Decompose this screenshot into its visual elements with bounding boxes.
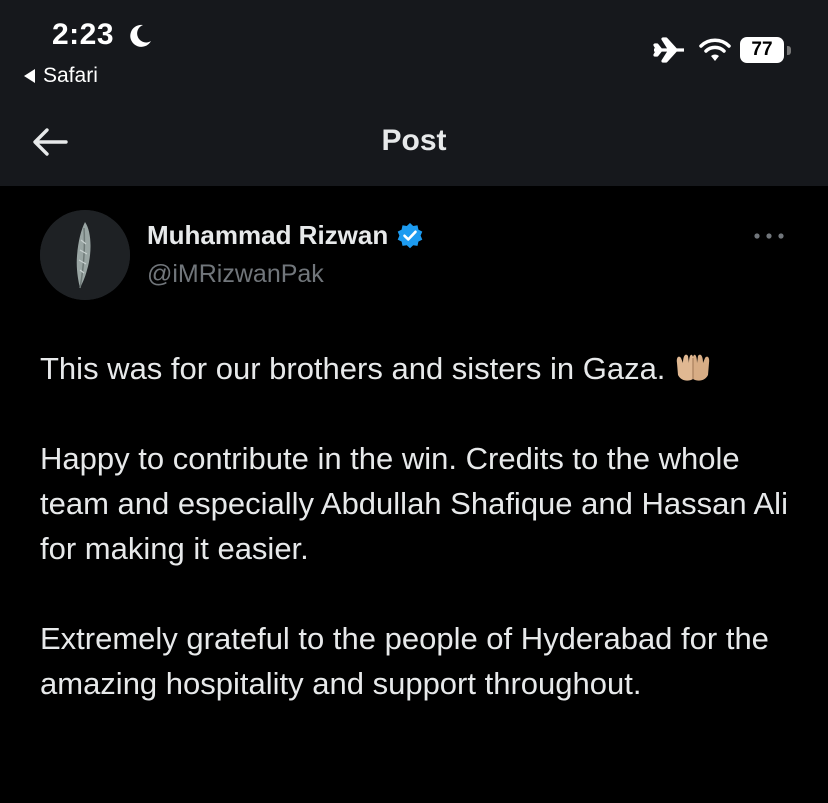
- battery-icon: 77: [740, 37, 792, 63]
- verified-badge-icon: [397, 222, 423, 248]
- feather-icon: [40, 210, 130, 300]
- tweet-text: This was for our brothers and sisters in…: [40, 346, 800, 751]
- tweet-paragraph-1-text: This was for our brothers and sisters in…: [40, 351, 666, 386]
- tweet-paragraph-2: Happy to contribute in the win. Credits …: [40, 441, 788, 566]
- wifi-icon: [699, 38, 731, 61]
- airplane-icon: [653, 37, 684, 63]
- more-options-icon[interactable]: [752, 230, 786, 242]
- tweet-paragraph-3: Extremely grateful to the people of Hyde…: [40, 621, 769, 701]
- back-app-label: Safari: [43, 64, 98, 87]
- avatar[interactable]: [40, 210, 130, 300]
- back-to-app-link[interactable]: Safari: [24, 64, 98, 88]
- author-handle[interactable]: @iMRizwanPak: [147, 260, 324, 289]
- status-bar: 2:23 Safari 77: [0, 0, 828, 100]
- moon-icon: [130, 24, 151, 47]
- back-triangle-icon: [24, 69, 35, 83]
- battery-level: 77: [740, 37, 784, 63]
- status-time: 2:23: [52, 18, 115, 51]
- nav-bar: Post: [0, 100, 828, 186]
- tweet: Muhammad Rizwan @iMRizwanPak This was fo…: [0, 186, 828, 803]
- page-title: Post: [381, 124, 447, 157]
- tweet-paragraph-1: This was for our brothers and sisters in…: [40, 346, 800, 391]
- author-name[interactable]: Muhammad Rizwan: [147, 220, 424, 251]
- author-name-text: Muhammad Rizwan: [147, 220, 389, 250]
- palms-up-together-icon: [677, 354, 710, 381]
- battery-cap: [787, 46, 791, 55]
